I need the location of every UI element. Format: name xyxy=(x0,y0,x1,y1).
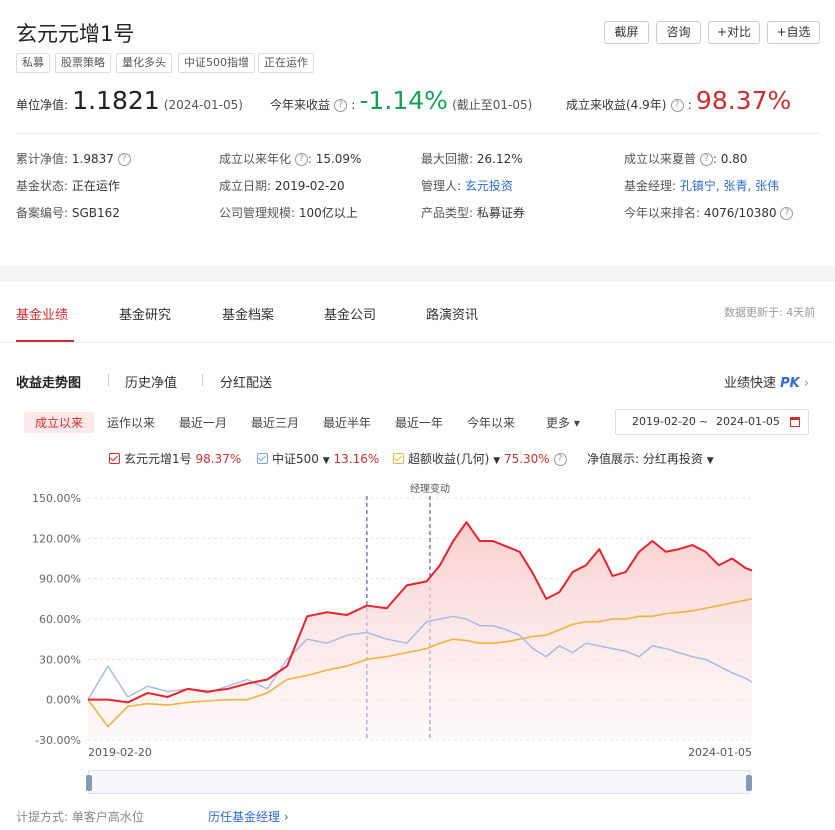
nav-label: 单位净值: xyxy=(16,98,69,112)
range-0[interactable]: 成立以来 xyxy=(24,412,95,433)
start-date[interactable]: 2019-02-20 xyxy=(632,415,696,428)
divider xyxy=(0,342,835,343)
performance-chart[interactable]: 150.00% 120.00% 90.00% 60.00% 30.00% 0.00% -30… xyxy=(0,478,835,763)
fund-tag: 正在运作 xyxy=(258,53,314,73)
since-value: 98.37% xyxy=(695,86,792,115)
nav-value: 1.1821 xyxy=(72,86,160,115)
range-2[interactable]: 最近一月 xyxy=(179,412,227,433)
date-range-picker[interactable]: 2019-02-20 ~ 2024-01-05 xyxy=(615,409,809,435)
divider xyxy=(16,133,819,134)
ytd-note: (截止至01-05) xyxy=(452,98,533,112)
since-block: 成立来收益(4.9年) ? : 98.37% xyxy=(566,86,792,115)
tab-3[interactable]: 基金公司 xyxy=(324,304,376,323)
ytd-block: 今年来收益 ? : -1.14% (截止至01-05) xyxy=(270,86,533,115)
nav-block: 单位净值: 1.1821 (2024-01-05) xyxy=(16,86,243,115)
max-drawdown: 最大回撤: 26.12% xyxy=(421,152,523,166)
separator xyxy=(202,374,203,386)
tab-2[interactable]: 基金档案 xyxy=(222,304,274,323)
range-1[interactable]: 运作以来 xyxy=(107,412,155,433)
fund-tag: 私募 xyxy=(16,53,50,73)
help-icon[interactable]: ? xyxy=(670,99,684,112)
inception-date: 成立日期: 2019-02-20 xyxy=(219,179,345,193)
cum-nav: 累计净值: 1.9837 ? xyxy=(16,150,131,167)
ytd-value: -1.14% xyxy=(359,86,448,115)
caret-down-icon: ▼ xyxy=(706,456,714,466)
pk-link[interactable]: 业绩快速 PK › xyxy=(724,372,809,391)
tab-1[interactable]: 基金研究 xyxy=(119,304,171,323)
range-navigator[interactable] xyxy=(86,770,752,794)
fund-area xyxy=(88,522,752,740)
update-note: 数据更新于: 4天前 xyxy=(724,306,816,319)
history-managers-link[interactable]: 历任基金经理 › xyxy=(208,808,289,825)
ytd-rank: 今年以来排名: 4076/10380 ? xyxy=(624,204,794,221)
portfolio-managers: 基金经理: 孔镇宁, 张青, 张伟 xyxy=(624,179,780,193)
caret-down-icon: ▼ xyxy=(322,456,330,466)
consult-button[interactable]: 咨询 xyxy=(656,21,701,44)
navigator-right-handle[interactable] xyxy=(746,775,752,791)
chevron-right-icon: › xyxy=(803,376,810,391)
product-type: 产品类型: 私募证券 xyxy=(421,206,525,220)
help-icon[interactable]: ? xyxy=(780,207,794,220)
sharpe: 成立以来夏普 ?: 0.80 xyxy=(624,152,748,166)
x-tick-label: 2024-01-05 xyxy=(688,746,752,759)
tab-4[interactable]: 路演资讯 xyxy=(426,304,478,323)
annual-return: 成立以来年化 ?: 15.09% xyxy=(219,152,362,166)
x-tick-label: 2019-02-20 xyxy=(88,746,152,759)
help-icon[interactable]: ? xyxy=(294,153,308,166)
help-icon[interactable]: ? xyxy=(117,153,131,166)
range-3[interactable]: 最近三月 xyxy=(251,412,299,433)
since-label: 成立来收益(4.9年) xyxy=(566,98,667,112)
fund-tag: 量化多头 xyxy=(116,53,172,73)
fund-title: 玄元元增1号 xyxy=(16,22,135,46)
compare-button[interactable]: +对比 xyxy=(708,21,760,44)
separator xyxy=(108,374,109,386)
caret-down-icon: ▼ xyxy=(493,456,501,466)
help-icon[interactable]: ? xyxy=(334,99,348,112)
y-tick-label: 90.00% xyxy=(39,573,81,586)
end-date[interactable]: 2024-01-05 xyxy=(716,415,780,428)
fund-status: 基金状态: 正在运作 xyxy=(16,179,120,193)
screenshot-button[interactable]: 截屏 xyxy=(604,21,649,44)
pm-link[interactable]: 孔镇宁, 张青, 张伟 xyxy=(680,179,779,193)
subtab-1[interactable]: 历史净值 xyxy=(125,372,177,391)
checkbox-icon[interactable] xyxy=(257,453,268,464)
registration: 备案编号: SGB162 xyxy=(16,206,120,220)
navigator-left-handle[interactable] xyxy=(86,775,92,791)
range-4[interactable]: 最近半年 xyxy=(323,412,371,433)
calendar-icon[interactable] xyxy=(790,417,800,427)
y-tick-label: 120.00% xyxy=(32,532,81,545)
range-7[interactable]: 更多 ▾ xyxy=(546,412,580,433)
chevron-right-icon: › xyxy=(283,810,289,824)
company-scale: 公司管理规模: 100亿以上 xyxy=(219,206,358,220)
manager-link[interactable]: 玄元投资 xyxy=(465,179,513,193)
subtab-0[interactable]: 收益走势图 xyxy=(16,372,81,391)
section-gap xyxy=(0,266,835,282)
y-tick-label: -30.00% xyxy=(35,734,81,747)
legend-fund[interactable]: 玄元元增1号 98.37% xyxy=(109,450,241,467)
help-icon[interactable]: ? xyxy=(699,153,713,166)
range-6[interactable]: 今年以来 xyxy=(467,412,515,433)
checkbox-icon[interactable] xyxy=(393,453,404,464)
help-icon[interactable]: ? xyxy=(553,453,567,466)
y-tick-label: 60.00% xyxy=(39,613,81,626)
manager: 管理人: 玄元投资 xyxy=(421,179,513,193)
y-tick-label: 30.00% xyxy=(39,653,81,666)
nav-display-select[interactable]: 净值展示: 分红再投资 ▼ xyxy=(587,450,714,467)
watchlist-button[interactable]: +自选 xyxy=(767,21,820,44)
ytd-label: 今年来收益 xyxy=(270,98,331,112)
legend-excess[interactable]: 超额收益(几何) ▼ 75.30% ? xyxy=(393,450,567,467)
subtab-2[interactable]: 分红配送 xyxy=(220,372,272,391)
fee-method: 计提方式: 单客户高水位 xyxy=(16,810,144,824)
nav-date: (2024-01-05) xyxy=(163,98,243,112)
range-5[interactable]: 最近一年 xyxy=(395,412,443,433)
fund-tag: 中证500指增 xyxy=(178,53,255,73)
caret-down-icon: ▾ xyxy=(570,416,580,430)
annotation-label: 经理变动 xyxy=(410,482,450,495)
fund-tag: 股票策略 xyxy=(55,53,111,73)
y-tick-label: 150.00% xyxy=(32,492,81,505)
checkbox-icon[interactable] xyxy=(109,453,120,464)
y-tick-label: 0.00% xyxy=(46,694,81,707)
tab-0[interactable]: 基金业绩 xyxy=(16,304,68,323)
legend-index[interactable]: 中证500 ▼ 13.16% xyxy=(257,450,379,467)
